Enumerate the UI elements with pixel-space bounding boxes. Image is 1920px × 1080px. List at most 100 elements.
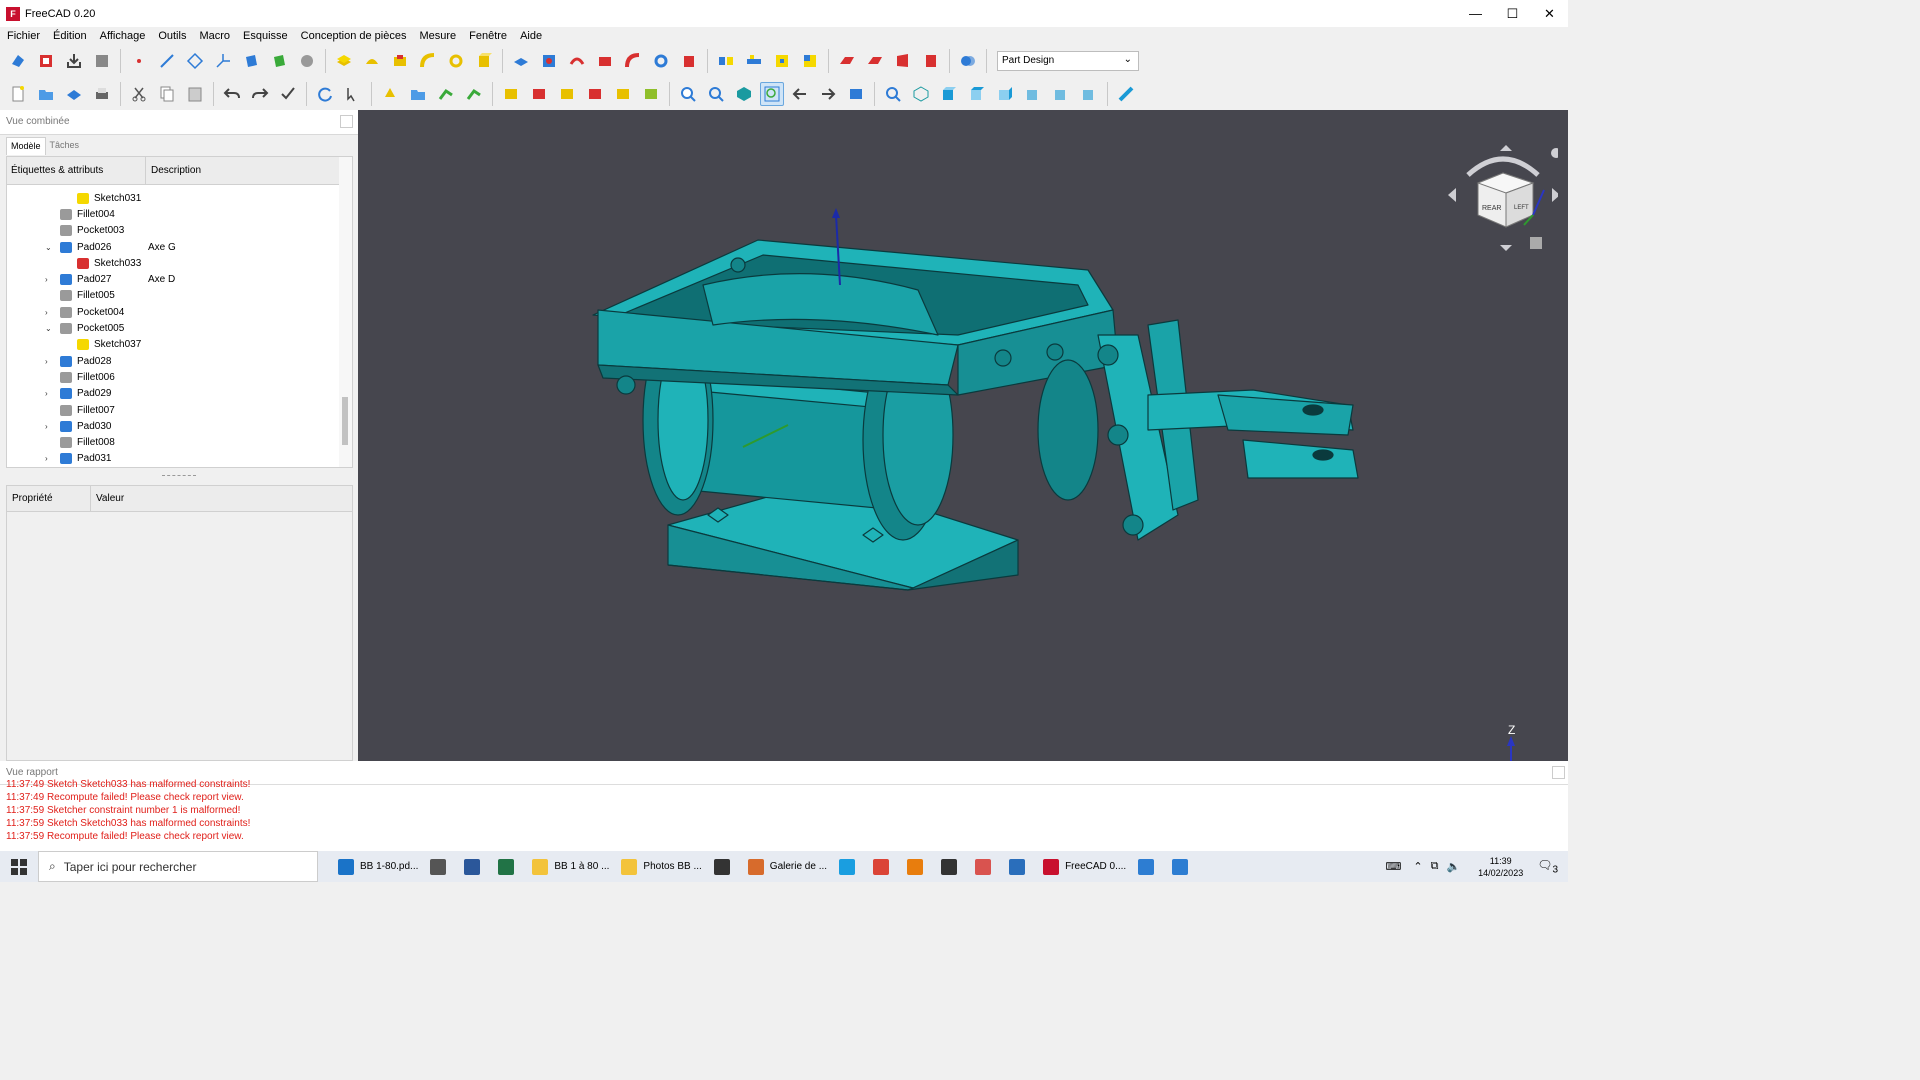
taskbar-app-button[interactable]: [458, 851, 492, 882]
tray-chevron-icon[interactable]: ⌃: [1413, 860, 1422, 873]
tab-taches[interactable]: Tâches: [46, 137, 84, 155]
new-file-icon[interactable]: [6, 82, 30, 106]
macros-folder-icon[interactable]: [406, 82, 430, 106]
pad-icon[interactable]: [332, 49, 356, 73]
menu-affichage[interactable]: Affichage: [100, 30, 146, 42]
revolution-icon[interactable]: [360, 49, 384, 73]
zoom-icon[interactable]: [881, 82, 905, 106]
forward-arrow-icon[interactable]: [816, 82, 840, 106]
create-body-icon[interactable]: [6, 49, 30, 73]
taskbar-app-button[interactable]: Galerie de ...: [742, 851, 833, 882]
menu-conception[interactable]: Conception de pièces: [301, 30, 407, 42]
expand-arrow-icon[interactable]: ›: [45, 389, 55, 398]
taskbar-app-button[interactable]: Photos BB ...: [615, 851, 707, 882]
measure-angular-icon[interactable]: [527, 82, 551, 106]
taskbar-app-button[interactable]: BB 1-80.pd...: [332, 851, 424, 882]
polar-pattern-icon[interactable]: [770, 49, 794, 73]
measure-refresh-icon[interactable]: [555, 82, 579, 106]
tree-row[interactable]: Fillet005: [7, 288, 341, 304]
chamfer-icon[interactable]: [863, 49, 887, 73]
expand-arrow-icon[interactable]: ›: [45, 422, 55, 431]
tree-row[interactable]: ⌄ Pad026 Axe G: [7, 239, 341, 255]
debug-macro-icon[interactable]: [462, 82, 486, 106]
tree-row[interactable]: Fillet008: [7, 434, 341, 450]
measure-3d-icon[interactable]: [639, 82, 663, 106]
measure-clear-icon[interactable]: [583, 82, 607, 106]
fillet-icon[interactable]: [835, 49, 859, 73]
bottom-view-icon[interactable]: [1049, 82, 1073, 106]
rear-view-icon[interactable]: [1021, 82, 1045, 106]
undo-icon[interactable]: [220, 82, 244, 106]
3d-viewport[interactable]: REAR LEFT Z: [358, 110, 1568, 762]
recompute-icon[interactable]: [313, 82, 337, 106]
maximize-button[interactable]: ☐: [1494, 0, 1531, 27]
expand-arrow-icon[interactable]: ⌄: [45, 243, 55, 252]
additive-box-icon[interactable]: [472, 49, 496, 73]
draw-style-icon[interactable]: [732, 82, 756, 106]
tree-row[interactable]: Pocket003: [7, 223, 341, 239]
shapebinder-icon[interactable]: [90, 49, 114, 73]
menu-outils[interactable]: Outils: [158, 30, 186, 42]
tab-modele[interactable]: Modèle: [6, 137, 46, 155]
top-view-icon[interactable]: [965, 82, 989, 106]
fit-all-icon[interactable]: [676, 82, 700, 106]
tree-row[interactable]: Fillet007: [7, 402, 341, 418]
subtractive-helix-icon[interactable]: [649, 49, 673, 73]
create-part-icon[interactable]: [34, 49, 58, 73]
right-view-icon[interactable]: [993, 82, 1017, 106]
menu-fenetre[interactable]: Fenêtre: [469, 30, 507, 42]
measure-toggle-icon[interactable]: [611, 82, 635, 106]
taskbar-app-button[interactable]: [1132, 851, 1166, 882]
menu-esquisse[interactable]: Esquisse: [243, 30, 288, 42]
execute-macro-icon[interactable]: [434, 82, 458, 106]
left-view-icon[interactable]: [1077, 82, 1101, 106]
additive-pipe-icon[interactable]: [416, 49, 440, 73]
tree-row[interactable]: › Pad030: [7, 418, 341, 434]
panel-splitter[interactable]: [162, 475, 196, 476]
local-cs-icon[interactable]: [211, 49, 235, 73]
multitransform-icon[interactable]: [798, 49, 822, 73]
whats-this-icon[interactable]: [341, 82, 365, 106]
menu-fichier[interactable]: Fichier: [7, 30, 40, 42]
keyboard-icon[interactable]: ⌨: [1385, 860, 1401, 873]
save-icon[interactable]: [62, 82, 86, 106]
expand-arrow-icon[interactable]: ›: [45, 454, 55, 463]
tree-header-description[interactable]: Description: [146, 165, 201, 176]
taskbar-app-button[interactable]: [935, 851, 969, 882]
isometric-view-icon[interactable]: [909, 82, 933, 106]
subtractive-pipe-icon[interactable]: [621, 49, 645, 73]
additive-helix-icon[interactable]: [444, 49, 468, 73]
views-dropdown-icon[interactable]: [844, 82, 868, 106]
paste-icon[interactable]: [183, 82, 207, 106]
open-file-icon[interactable]: [34, 82, 58, 106]
cut-icon[interactable]: [127, 82, 151, 106]
print-icon[interactable]: [90, 82, 114, 106]
pocket-icon[interactable]: [509, 49, 533, 73]
taskbar-app-button[interactable]: [1166, 851, 1200, 882]
menu-edition[interactable]: Édition: [53, 30, 87, 42]
notification-icon[interactable]: 🗨3: [1537, 858, 1558, 875]
navigation-cube[interactable]: REAR LEFT: [1448, 145, 1558, 255]
tree-row[interactable]: Fillet006: [7, 369, 341, 385]
taskbar-search[interactable]: ⌕ Taper ici pour rechercher: [38, 851, 318, 882]
taskbar-app-button[interactable]: BB 1 à 80 ...: [526, 851, 615, 882]
scroll-thumb[interactable]: [342, 397, 348, 445]
refresh-icon[interactable]: [276, 82, 300, 106]
taskbar-app-button[interactable]: [901, 851, 935, 882]
menu-mesure[interactable]: Mesure: [419, 30, 456, 42]
datum-line-icon[interactable]: [155, 49, 179, 73]
clone-icon[interactable]: [239, 49, 263, 73]
front-view-icon[interactable]: [937, 82, 961, 106]
bounding-box-icon[interactable]: [760, 81, 784, 106]
property-header-value[interactable]: Valeur: [91, 493, 124, 504]
taskbar-app-button[interactable]: [867, 851, 901, 882]
volume-icon[interactable]: 🔈: [1446, 860, 1460, 873]
tree-row[interactable]: › Pad027 Axe D: [7, 271, 341, 287]
measure-distance-icon[interactable]: [1114, 82, 1138, 106]
taskbar-app-button[interactable]: [708, 851, 742, 882]
additive-loft-icon[interactable]: [388, 49, 412, 73]
draft-icon[interactable]: [891, 49, 915, 73]
taskbar-app-button[interactable]: [492, 851, 526, 882]
menu-aide[interactable]: Aide: [520, 30, 542, 42]
taskbar-app-button[interactable]: [969, 851, 1003, 882]
